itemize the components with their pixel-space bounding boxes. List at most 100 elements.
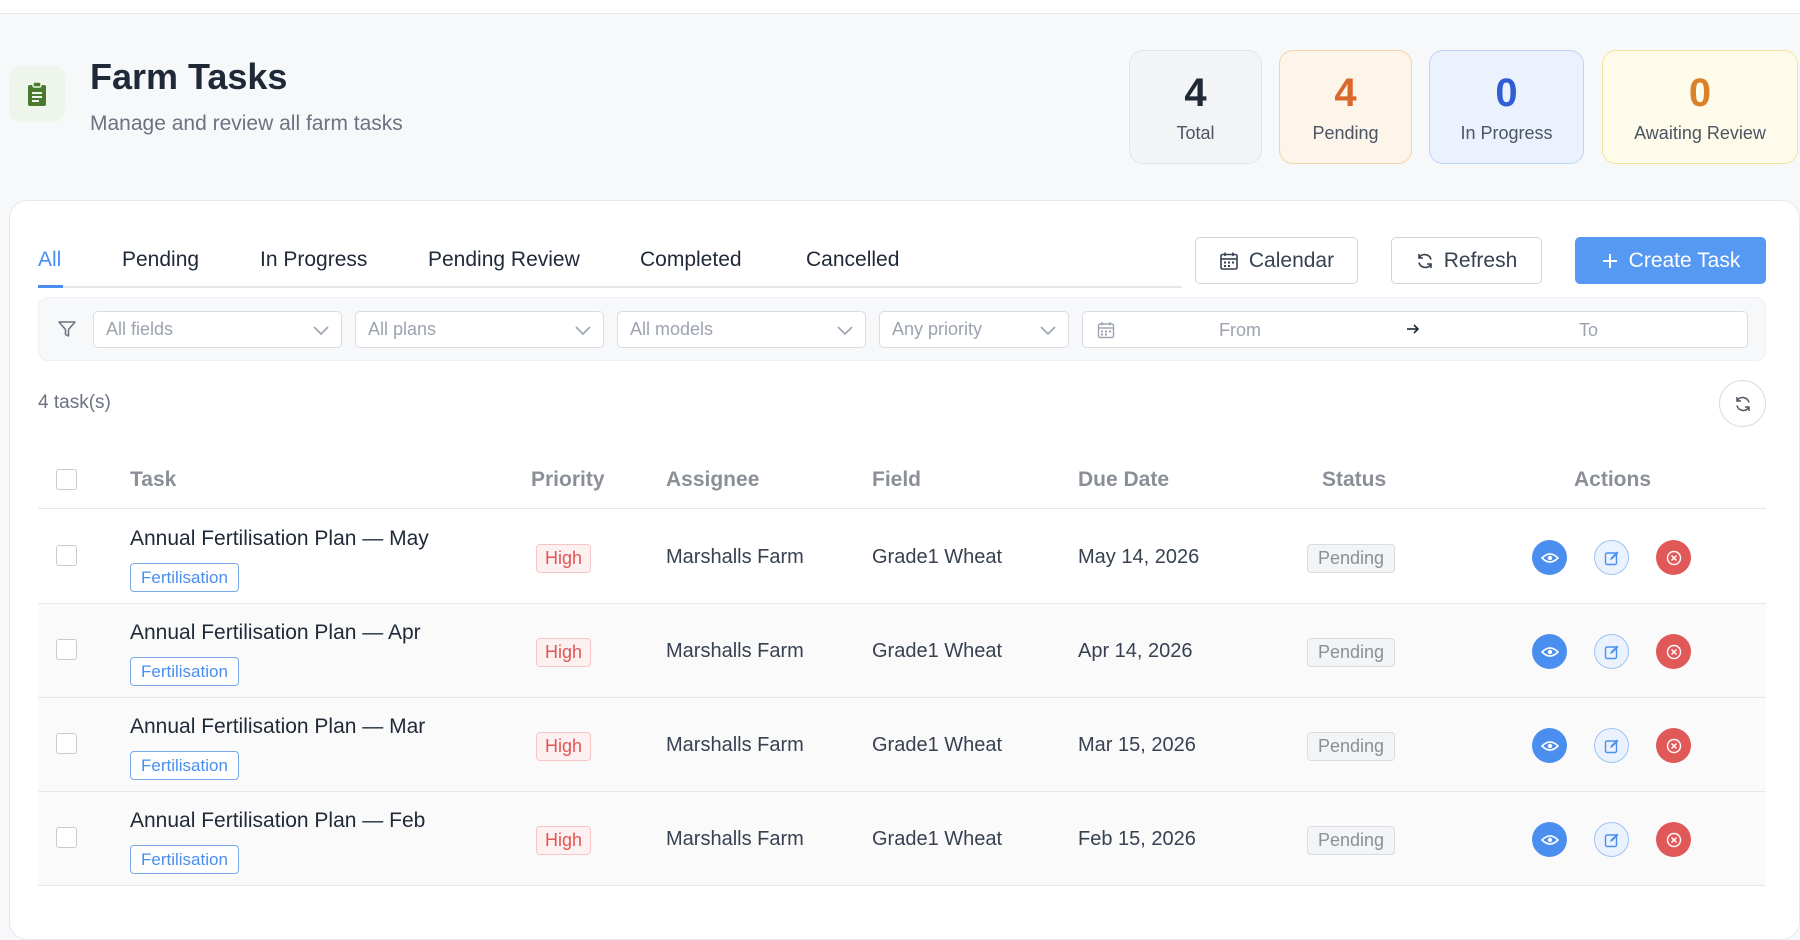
column-header-priority: Priority — [531, 468, 605, 491]
models-select[interactable]: All models — [617, 311, 866, 348]
column-header-due-date: Due Date — [1078, 468, 1170, 491]
refresh-icon — [1735, 396, 1750, 411]
table-row[interactable]: Annual Fertilisation Plan — Feb Fertilis… — [38, 792, 1766, 886]
cancel-task-button[interactable] — [1656, 634, 1691, 669]
priority-badge: High — [536, 826, 592, 855]
fields-select[interactable]: All fields — [93, 311, 342, 348]
column-header-task: Task — [130, 468, 177, 491]
column-header-status: Status — [1322, 468, 1387, 491]
edit-icon — [1604, 739, 1618, 753]
view-button[interactable] — [1532, 728, 1567, 763]
table-row[interactable]: Annual Fertilisation Plan — Mar Fertilis… — [38, 698, 1766, 792]
stat-label: Pending — [1312, 122, 1379, 143]
stat-value: 4 — [1334, 70, 1357, 115]
due-date-cell: May 14, 2026 — [1078, 546, 1200, 568]
plans-select[interactable]: All plans — [355, 311, 604, 348]
date-to-input[interactable]: To — [1579, 320, 1598, 341]
cancel-task-button[interactable] — [1656, 728, 1691, 763]
status-badge: Pending — [1307, 732, 1396, 761]
stat-value: 0 — [1688, 70, 1712, 115]
refresh-button[interactable]: Refresh — [1391, 237, 1542, 284]
chevron-down-icon — [837, 326, 853, 336]
tab-label: All — [38, 248, 62, 271]
assignee-cell: Marshalls Farm — [666, 828, 804, 850]
status-badge: Pending — [1307, 826, 1396, 855]
stat-card-in-progress: 0 In Progress — [1429, 50, 1584, 164]
row-checkbox[interactable] — [56, 733, 77, 754]
reload-table-button[interactable] — [1719, 380, 1766, 427]
task-category-tag: Fertilisation — [130, 563, 239, 592]
date-from-input[interactable]: From — [1219, 320, 1261, 341]
top-bar — [0, 0, 1800, 14]
tab-pending-review[interactable]: Pending Review — [428, 248, 580, 272]
page-subtitle: Manage and review all farm tasks — [90, 112, 403, 135]
cancel-task-button[interactable] — [1656, 540, 1691, 575]
field-cell: Grade1 Wheat — [872, 640, 1003, 662]
plus-icon — [1602, 253, 1617, 268]
calendar-button[interactable]: Calendar — [1195, 237, 1358, 284]
due-date-cell: Mar 15, 2026 — [1078, 734, 1196, 756]
stat-label: Total — [1176, 122, 1215, 143]
tab-cancelled[interactable]: Cancelled — [806, 248, 899, 272]
priority-select-placeholder: Any priority — [892, 319, 983, 339]
eye-icon — [1540, 552, 1559, 563]
view-button[interactable] — [1532, 822, 1567, 857]
date-range-picker[interactable]: From To — [1082, 311, 1748, 348]
edit-button[interactable] — [1594, 822, 1629, 857]
priority-badge: High — [536, 544, 592, 573]
row-checkbox[interactable] — [56, 639, 77, 660]
fields-select-placeholder: All fields — [106, 319, 174, 339]
tab-pending[interactable]: Pending — [122, 248, 199, 272]
row-checkbox[interactable] — [56, 545, 77, 566]
calendar-button-label: Calendar — [1248, 248, 1335, 272]
view-button[interactable] — [1532, 540, 1567, 575]
field-cell: Grade1 Wheat — [872, 734, 1003, 756]
edit-button[interactable] — [1594, 634, 1629, 669]
eye-icon — [1540, 740, 1559, 751]
close-circle-icon — [1666, 550, 1681, 565]
task-category-tag: Fertilisation — [130, 845, 239, 874]
task-title[interactable]: Annual Fertilisation Plan — May — [130, 527, 429, 551]
create-task-button[interactable]: Create Task — [1575, 237, 1766, 284]
close-circle-icon — [1666, 644, 1681, 659]
create-task-button-label: Create Task — [1628, 248, 1741, 272]
due-date-cell: Apr 14, 2026 — [1078, 640, 1193, 662]
assignee-cell: Marshalls Farm — [666, 546, 804, 568]
table-header: Task Priority Assignee Field Due Date St… — [38, 452, 1766, 509]
arrow-right-icon — [1407, 324, 1420, 334]
eye-icon — [1540, 646, 1559, 657]
stat-value: 0 — [1495, 70, 1518, 115]
table-row[interactable]: Annual Fertilisation Plan — Apr Fertilis… — [38, 604, 1766, 698]
task-title[interactable]: Annual Fertilisation Plan — Apr — [130, 621, 421, 645]
task-title[interactable]: Annual Fertilisation Plan — Mar — [130, 715, 425, 739]
task-title[interactable]: Annual Fertilisation Plan — Feb — [130, 809, 425, 833]
clipboard-icon — [9, 66, 65, 122]
tab-in-progress[interactable]: In Progress — [260, 248, 367, 272]
view-button[interactable] — [1532, 634, 1567, 669]
status-badge: Pending — [1307, 638, 1396, 667]
row-checkbox[interactable] — [56, 827, 77, 848]
task-category-tag: Fertilisation — [130, 751, 239, 780]
stat-card-pending: 4 Pending — [1279, 50, 1412, 164]
cancel-task-button[interactable] — [1656, 822, 1691, 857]
filter-icon — [58, 321, 76, 337]
table-row[interactable]: Annual Fertilisation Plan — May Fertilis… — [38, 510, 1766, 604]
filter-bar: All fields All plans All models Any prio… — [38, 297, 1766, 361]
plans-select-placeholder: All plans — [368, 319, 437, 339]
chevron-down-icon — [575, 326, 591, 336]
edit-icon — [1604, 645, 1618, 659]
chevron-down-icon — [313, 326, 329, 336]
stat-label: Awaiting Review — [1634, 122, 1766, 143]
select-all-checkbox[interactable] — [56, 469, 77, 490]
edit-button[interactable] — [1594, 540, 1629, 575]
column-header-field: Field — [872, 468, 922, 491]
priority-badge: High — [536, 638, 592, 667]
tab-all[interactable]: All — [38, 248, 61, 272]
stat-card-total: 4 Total — [1129, 50, 1262, 164]
stat-value: 4 — [1184, 70, 1207, 115]
status-badge: Pending — [1307, 544, 1396, 573]
tab-completed[interactable]: Completed — [640, 248, 742, 272]
edit-button[interactable] — [1594, 728, 1629, 763]
chevron-down-icon — [1040, 326, 1056, 336]
priority-select[interactable]: Any priority — [879, 311, 1069, 348]
